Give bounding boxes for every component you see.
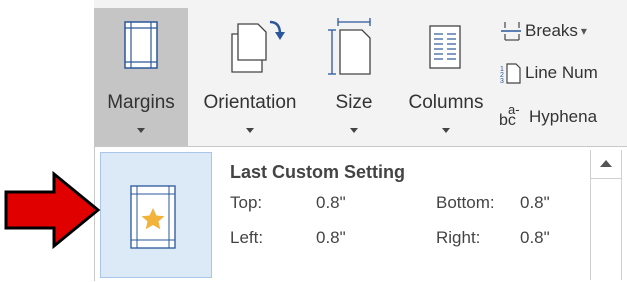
hyphenation-label: Hyphena	[529, 107, 598, 126]
custom-margins-icon	[130, 185, 176, 249]
orientation-caret-icon	[246, 128, 254, 133]
bottom-value: 0.8"	[520, 193, 550, 212]
orientation-icon	[188, 16, 312, 80]
line-numbers-icon: 1 2 3	[499, 62, 521, 85]
svg-text:3: 3	[500, 78, 504, 84]
last-custom-setting-thumbnail[interactable]	[100, 152, 212, 278]
orientation-label: Orientation	[203, 92, 297, 113]
dropdown-scrollbar[interactable]	[590, 150, 622, 280]
breaks-caret-icon: ▾	[580, 24, 587, 38]
right-value: 0.8"	[520, 228, 550, 247]
left-value: 0.8"	[316, 228, 346, 247]
breaks-label: Breaks	[525, 21, 578, 40]
margins-icon	[94, 16, 188, 80]
margins-row-top: Top: 0.8" Bottom: 0.8"	[230, 193, 590, 215]
left-label: Left:	[230, 228, 264, 247]
right-label: Right:	[436, 228, 481, 247]
size-button[interactable]: Size	[312, 8, 396, 146]
margins-label: Margins	[107, 92, 175, 113]
top-value: 0.8"	[316, 193, 346, 212]
line-numbers-label: Line Num	[525, 63, 598, 82]
scroll-up-button[interactable]	[591, 150, 621, 179]
size-caret-icon	[350, 128, 358, 133]
columns-caret-icon	[442, 128, 450, 133]
breaks-button[interactable]: Breaks ▾	[499, 20, 587, 42]
scroll-up-arrow-icon	[600, 160, 612, 167]
hyphenation-icon: bc a-	[499, 102, 525, 129]
margins-button[interactable]: Margins	[94, 8, 188, 146]
columns-label: Columns	[408, 92, 484, 113]
size-icon	[312, 16, 396, 80]
last-custom-setting-title: Last Custom Setting	[230, 162, 406, 182]
orientation-button[interactable]: Orientation	[188, 8, 312, 146]
columns-icon	[396, 16, 496, 80]
top-label: Top:	[230, 193, 263, 212]
margins-caret-icon	[137, 128, 145, 133]
columns-button[interactable]: Columns	[396, 8, 496, 146]
line-numbers-button[interactable]: 1 2 3 Line Num	[499, 62, 598, 85]
size-label: Size	[335, 92, 373, 113]
hyphenation-button[interactable]: bc a- Hyphena	[499, 102, 598, 129]
red-arrow-icon	[4, 170, 101, 250]
breaks-icon	[499, 20, 521, 42]
bottom-label: Bottom:	[436, 193, 495, 212]
hyphenation-icon-sup: a-	[508, 102, 520, 117]
margins-row-left: Left: 0.8" Right: 0.8"	[230, 228, 590, 250]
